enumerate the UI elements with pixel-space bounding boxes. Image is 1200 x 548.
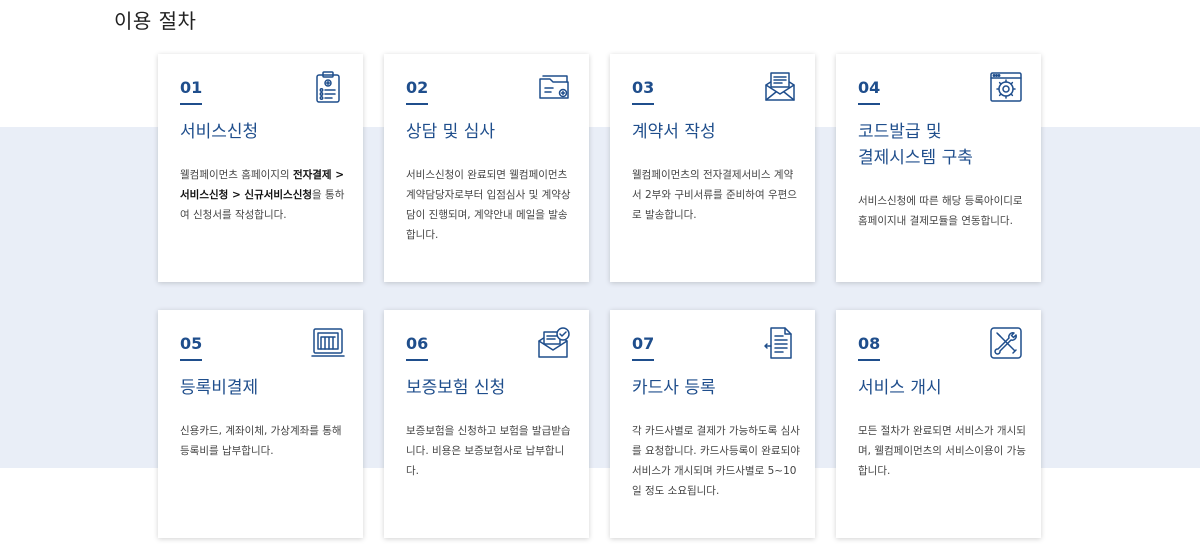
step-title: 서비스 개시	[858, 378, 942, 398]
mail-check-icon	[537, 326, 571, 360]
step-card-03: 03 계약서 작성 웰컴페이먼츠의 전자결제서비스 계약서 2부와 구비서류를 …	[610, 54, 815, 282]
tools-icon	[989, 326, 1023, 360]
mail-letter-icon	[763, 70, 797, 104]
payment-terminal-icon	[311, 326, 345, 360]
browser-gear-icon	[989, 70, 1023, 104]
step-card-01: 01 서비스신청 웰컴페이먼츠 홈페이지의 전자결제 > 서비스신청 > 신규서…	[158, 54, 363, 282]
desc-text: 웰컴페이먼츠 홈페이지의	[180, 169, 293, 181]
step-number: 07	[632, 335, 655, 361]
step-description: 웰컴페이먼츠의 전자결제서비스 계약서 2부와 구비서류를 준비하여 우편으로 …	[632, 169, 797, 221]
step-description: 각 카드사별로 결제가 가능하도록 심사를 요청합니다. 카드사등록이 완료되야…	[632, 425, 800, 497]
step-title: 상담 및 심사	[406, 122, 496, 142]
step-card-07: 07 카드사 등록 각 카드사별로 결제가 가능하도록 심사를 요청합니다. 카…	[610, 310, 815, 538]
step-title: 서비스신청	[180, 122, 259, 142]
step-title: 등록비결제	[180, 378, 259, 398]
step-card-02: 02 상담 및 심사 서비스신청이 완료되면 웰컴페이먼츠 계약담당자로부터 입…	[384, 54, 589, 282]
step-description: 모든 절차가 완료되면 서비스가 개시되며, 웰컴페이먼츠의 서비스이용이 가능…	[858, 425, 1026, 477]
step-number: 06	[406, 335, 429, 361]
document-pen-icon	[763, 326, 797, 360]
step-description: 서비스신청에 따른 해당 등록아이디로 홈페이지내 결제모듈을 연동합니다.	[858, 195, 1023, 227]
step-title: 계약서 작성	[632, 122, 716, 142]
step-number: 04	[858, 79, 881, 105]
step-description: 웰컴페이먼츠 홈페이지의 전자결제 > 서비스신청 > 신규서비스신청을 통하여…	[180, 165, 349, 225]
step-description: 보증보험을 신청하고 보험을 발급받습니다. 비용은 보증보험사로 납부합니다.	[406, 425, 571, 477]
step-title: 코드발급 및 결제시스템 구축	[858, 119, 1027, 171]
step-description: 신용카드, 계좌이체, 가상계좌를 통해 등록비를 납부합니다.	[180, 425, 342, 457]
step-number: 01	[180, 79, 203, 105]
step-title: 카드사 등록	[632, 378, 716, 398]
clipboard-icon	[311, 70, 345, 104]
procedure-grid: 01 서비스신청 웰컴페이먼츠 홈페이지의 전자결제 > 서비스신청 > 신규서…	[158, 54, 1041, 538]
folder-icon	[537, 70, 571, 104]
step-title-line: 코드발급 및	[858, 122, 942, 142]
step-card-04: 04 코드발급 및 결제시스템 구축 서비스신청에 따른 해당 등록아이디로 홈…	[836, 54, 1041, 282]
step-card-08: 08 서비스 개시 모든 절차가 완료되면 서비스가 개시되며, 웰컴페이먼츠의…	[836, 310, 1041, 538]
step-description: 서비스신청이 완료되면 웰컴페이먼츠 계약담당자로부터 입점심사 및 계약상담이…	[406, 169, 571, 241]
step-card-06: 06 보증보험 신청 보증보험을 신청하고 보험을 발급받습니다. 비용은 보증…	[384, 310, 589, 538]
step-title: 보증보험 신청	[406, 378, 506, 398]
step-title-line: 결제시스템 구축	[858, 148, 973, 168]
step-number: 08	[858, 335, 881, 361]
step-card-05: 05 등록비결제 신용카드, 계좌이체, 가상계좌를 통해 등록비를 납부합니다…	[158, 310, 363, 538]
step-number: 02	[406, 79, 429, 105]
step-number: 03	[632, 79, 655, 105]
section-title: 이용 절차	[114, 9, 197, 33]
step-number: 05	[180, 335, 203, 361]
